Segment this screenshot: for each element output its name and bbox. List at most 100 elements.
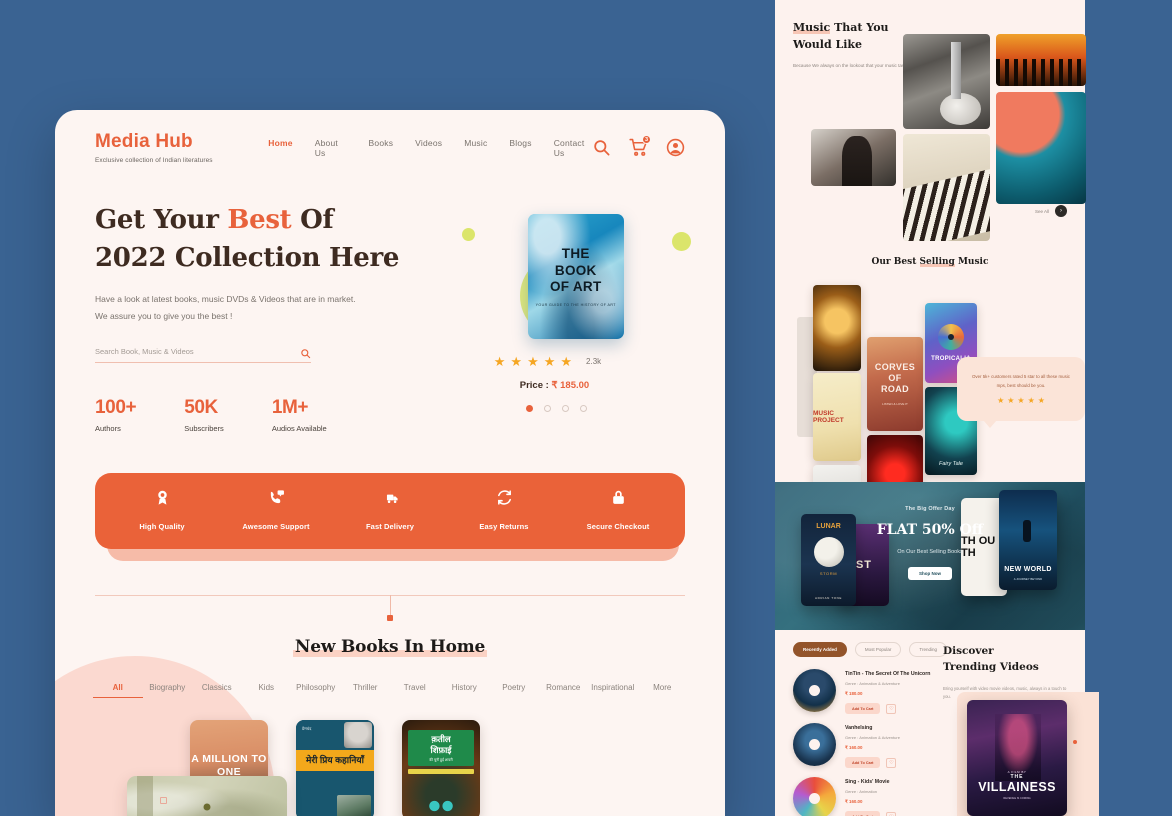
nav-item-contact-us[interactable]: Contact Us <box>554 136 592 160</box>
category-tab-romance[interactable]: Romance <box>539 683 589 698</box>
villainess-poster[interactable]: A FILM BY THE VILLAINESS REVENGE IS COMI… <box>967 700 1067 816</box>
see-all-music[interactable]: See All › <box>1035 205 1067 217</box>
hero-heading-line2: 2022 Collection Here <box>95 242 400 273</box>
carousel-dot-2[interactable] <box>543 404 551 412</box>
cover-yellow-bar <box>408 768 474 774</box>
star-icon: ★ <box>543 353 556 369</box>
brand-logo[interactable]: Media Hub Exclusive collection of Indian… <box>95 131 240 164</box>
nav-item-about-us[interactable]: About Us <box>315 136 347 160</box>
trending-heading-block: Discover Trending Videos Bring yourself … <box>943 644 1071 701</box>
search-input[interactable] <box>95 347 300 357</box>
screenshot-stage: Media Hub Exclusive collection of Indian… <box>0 0 1172 816</box>
olive-book-card[interactable] <box>127 776 287 816</box>
category-tab-poetry[interactable]: Poetry <box>489 683 539 698</box>
book-card[interactable]: क़तील शिफ़ाई की चुनी हुई शायरी Qatil Shi… <box>402 720 480 816</box>
guitar-photo[interactable] <box>903 34 990 130</box>
nav-item-videos[interactable]: Videos <box>415 136 442 160</box>
category-tab-biography[interactable]: Biography <box>143 683 193 698</box>
stat-value: 50K <box>184 397 218 419</box>
star-icon: ★ <box>493 353 506 369</box>
featured-book-cover[interactable]: THE BOOK OF ART YOUR GUIDE TO THE HISTOR… <box>527 213 624 339</box>
vinyl-record-photo[interactable] <box>996 92 1086 205</box>
category-tab-travel[interactable]: Travel <box>390 683 440 698</box>
nav-item-books[interactable]: Books <box>369 136 394 160</box>
offer-eyebrow: The Big Offer Day <box>905 506 955 512</box>
product-price: Price : ₹ 185.00 <box>520 380 685 391</box>
nav-item-home[interactable]: Home <box>268 136 292 160</box>
cover-title-line1: क़तील <box>431 734 451 745</box>
stat-authors: 100+ Authors <box>95 397 137 433</box>
lock-icon <box>610 489 627 511</box>
book-cover-meri-priya-kahaniyan: प्रेमचंद मेरी प्रिय कहानियाँ <box>296 720 374 816</box>
category-tab-all[interactable]: All <box>93 683 143 699</box>
carousel-dot-1[interactable] <box>525 404 533 412</box>
offer-text-block: The Big Offer Day FLAT 50% Off On Our Be… <box>775 506 1085 580</box>
chip-trending[interactable]: Trending <box>909 642 947 657</box>
add-to-cart-button[interactable]: Add To Cart <box>845 703 881 714</box>
concert-crowd-photo[interactable] <box>996 34 1086 87</box>
piano-keys-photo[interactable] <box>903 134 990 242</box>
curves-of-road-album[interactable]: CORVES OF ROAD LISTEN & LOVE IT <box>867 337 923 432</box>
nav-item-blogs[interactable]: Blogs <box>509 136 531 160</box>
music-project-album[interactable]: MUSIC PROJECT <box>813 373 861 462</box>
arrow-right-icon[interactable]: › <box>1055 205 1067 217</box>
poster-title: VILLAINESS <box>978 780 1056 794</box>
bookmark-icon[interactable]: ♡ <box>886 703 897 714</box>
book-card[interactable]: प्रेमचंद मेरी प्रिय कहानियाँ Meri Priya … <box>296 720 374 816</box>
feature-fast-delivery[interactable]: Fast Delivery <box>333 489 447 531</box>
category-tab-more[interactable]: More <box>638 683 688 698</box>
cart-badge: 3 <box>642 135 651 145</box>
hero-heading-part1: Get Your <box>95 204 228 235</box>
carousel-dot-3[interactable] <box>561 404 569 412</box>
divider-stem <box>390 595 391 618</box>
bsm-title-a: Our Best <box>871 257 920 268</box>
category-tab-philosophy[interactable]: Philosophy <box>291 683 341 698</box>
feature-secure-checkout[interactable]: Secure Checkout <box>561 489 675 531</box>
book-cover-subtitle: YOUR GUIDE TO THE HISTORY OF ART <box>535 302 616 307</box>
category-tab-kids[interactable]: Kids <box>242 683 292 698</box>
author-portrait <box>344 722 372 749</box>
golden-face-album[interactable] <box>813 285 861 372</box>
feature-high-quality[interactable]: High Quality <box>105 489 219 531</box>
category-tab-history[interactable]: History <box>440 683 490 698</box>
star-icon: ★ <box>1017 396 1025 406</box>
testimonial-bubble: Over 5k+ customers rated 5 star to all t… <box>957 357 1085 429</box>
feature-label: Fast Delivery <box>366 522 414 532</box>
stat-label: Subscribers <box>184 424 224 434</box>
account-icon[interactable] <box>666 138 685 157</box>
book-cover-qatil-shifai: क़तील शिफ़ाई की चुनी हुई शायरी <box>402 720 480 816</box>
price-label: Price : <box>519 379 549 391</box>
hero-search-bar[interactable] <box>95 346 311 364</box>
stat-value: 100+ <box>95 397 137 419</box>
sing-disc-icon <box>793 777 836 816</box>
album-label: Fairy Tale <box>939 461 963 468</box>
category-tab-classics[interactable]: Classics <box>192 683 242 698</box>
woman-listening-photo[interactable] <box>811 129 896 187</box>
category-tab-inspirational[interactable]: Inspirational <box>588 683 638 698</box>
small-square-marker <box>160 797 167 804</box>
add-to-cart-button[interactable]: Add To Cart <box>845 757 881 768</box>
trending-title-l2: Trending Videos <box>943 660 1039 673</box>
website-mockup: Media Hub Exclusive collection of Indian… <box>55 110 725 816</box>
scroll-indicator-dot <box>1073 740 1077 744</box>
trending-description: Bring yourself with video movie videos, … <box>943 685 1067 699</box>
cart-icon[interactable]: 3 <box>629 135 651 157</box>
delivery-truck-icon <box>382 489 399 511</box>
feature-easy-returns[interactable]: Easy Returns <box>447 489 561 531</box>
add-to-cart-button[interactable]: Add To Cart <box>845 811 881 816</box>
nav-item-music[interactable]: Music <box>464 136 487 160</box>
carousel-dot-4[interactable] <box>579 404 587 412</box>
chip-most-popular[interactable]: Most Popular <box>854 642 902 657</box>
music-photo-grid <box>793 16 1086 242</box>
music-section: Music That You Would Like Because We alw… <box>775 0 1086 550</box>
header-icons: 3 <box>592 135 685 157</box>
feature-awesome-support[interactable]: Awesome Support <box>219 489 333 531</box>
star-icon: ★ <box>527 353 539 369</box>
search-icon[interactable] <box>300 346 311 359</box>
chip-recently-added[interactable]: Recently Added <box>793 642 847 657</box>
search-icon[interactable] <box>592 138 611 157</box>
bookmark-icon[interactable]: ♡ <box>886 811 897 816</box>
shop-now-button[interactable]: Shop Now <box>908 567 952 580</box>
bookmark-icon[interactable]: ♡ <box>886 757 897 768</box>
category-tab-thriller[interactable]: Thriller <box>341 683 391 698</box>
